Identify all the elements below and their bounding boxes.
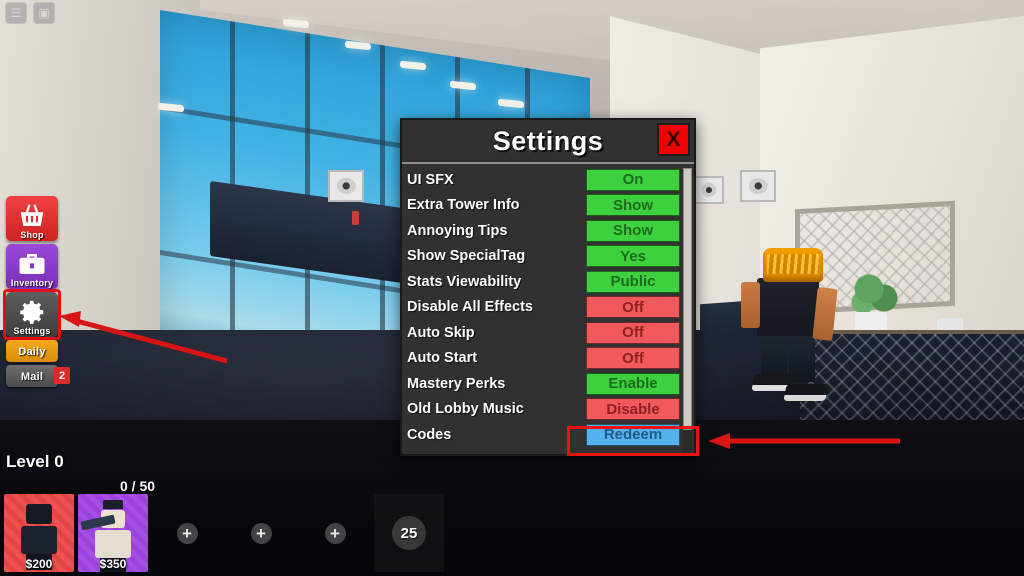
setting-label: Mastery Perks bbox=[407, 375, 506, 392]
left-sidebar: Shop Inventory Settings Daily Mail 2 bbox=[3, 196, 70, 390]
empty-tower-slot[interactable]: + bbox=[226, 494, 296, 572]
setting-row: Disable All Effects Off bbox=[402, 295, 694, 321]
sidebar-item-inventory[interactable]: Inventory bbox=[6, 244, 58, 289]
sidebar-item-shop[interactable]: Shop bbox=[6, 196, 58, 241]
setting-label: Old Lobby Music bbox=[407, 401, 524, 418]
setting-value-button[interactable]: Off bbox=[586, 296, 680, 319]
tower-price: $350 bbox=[99, 557, 127, 571]
tower-price: $200 bbox=[25, 557, 53, 571]
setting-label: Disable All Effects bbox=[407, 299, 533, 316]
roblox-chat-icon[interactable]: ▣ bbox=[33, 2, 55, 24]
level-label: Level 0 bbox=[6, 452, 64, 471]
bottom-hud: Level 0 0 / 50 $200 $350 + + + 25 bbox=[0, 440, 1024, 576]
setting-label: Annoying Tips bbox=[407, 222, 508, 239]
tower-card[interactable]: $200 bbox=[4, 494, 74, 572]
setting-row: Auto Start Off bbox=[402, 346, 694, 372]
plus-icon: + bbox=[176, 522, 198, 544]
setting-row: Auto Skip Off bbox=[402, 320, 694, 346]
empty-tower-slot[interactable]: + bbox=[300, 494, 370, 572]
wall-clock-icon bbox=[328, 170, 364, 202]
setting-value-button[interactable]: Off bbox=[586, 347, 680, 370]
setting-value-button[interactable]: Enable bbox=[586, 372, 680, 395]
settings-scrollbar-thumb[interactable] bbox=[683, 168, 692, 430]
setting-label: Auto Skip bbox=[407, 324, 475, 341]
sidebar-item-label: Shop bbox=[20, 230, 44, 240]
currency-slot[interactable]: 25 bbox=[374, 494, 444, 572]
empty-tower-slot[interactable]: + bbox=[152, 494, 222, 572]
shopping-basket-icon bbox=[20, 203, 44, 226]
small-prop bbox=[352, 211, 359, 225]
setting-row: UI SFX On bbox=[402, 167, 694, 193]
roblox-menu-icon[interactable]: ☰ bbox=[5, 2, 27, 24]
settings-scrollbar[interactable] bbox=[683, 168, 692, 452]
sidebar-item-mail[interactable]: Mail 2 bbox=[6, 365, 70, 387]
wall-clock-icon bbox=[694, 176, 724, 204]
setting-value-button[interactable]: Show bbox=[586, 219, 680, 242]
setting-label: Stats Viewability bbox=[407, 273, 522, 290]
setting-value-button[interactable]: Off bbox=[586, 321, 680, 344]
setting-label: Auto Start bbox=[407, 350, 478, 367]
setting-label: Extra Tower Info bbox=[407, 197, 520, 214]
tower-card[interactable]: $350 bbox=[78, 494, 148, 572]
mail-badge: 2 bbox=[54, 367, 70, 384]
coin-amount: 25 bbox=[392, 516, 426, 550]
sidebar-item-label: Inventory bbox=[10, 278, 54, 288]
tower-hotbar: $200 $350 + + + 25 bbox=[4, 494, 444, 572]
setting-row: Mastery Perks Enable bbox=[402, 371, 694, 397]
setting-value-button[interactable]: On bbox=[586, 168, 680, 191]
sidebar-item-label: Settings bbox=[13, 326, 51, 336]
briefcase-icon bbox=[19, 253, 45, 274]
player-character bbox=[735, 248, 845, 408]
setting-value-button[interactable]: Yes bbox=[586, 245, 680, 268]
page-title: Settings bbox=[492, 125, 604, 156]
setting-row: Annoying Tips Show bbox=[402, 218, 694, 244]
wall-clock-icon bbox=[740, 170, 776, 202]
plus-icon: + bbox=[324, 522, 346, 544]
setting-row: Stats Viewability Public bbox=[402, 269, 694, 295]
sidebar-item-settings[interactable]: Settings bbox=[3, 289, 61, 340]
settings-dialog: Settings X UI SFX On Extra Tower Info Show A… bbox=[400, 118, 696, 456]
sidebar-item-label: Mail bbox=[20, 371, 44, 383]
setting-row: Old Lobby Music Disable bbox=[402, 397, 694, 423]
settings-dialog-header: Settings X bbox=[402, 120, 694, 164]
plus-icon: + bbox=[250, 522, 272, 544]
setting-value-button[interactable]: Public bbox=[586, 270, 680, 293]
setting-value-button[interactable]: Disable bbox=[586, 398, 680, 421]
roblox-topbar: ☰ ▣ bbox=[5, 2, 55, 24]
setting-value-button[interactable]: Show bbox=[586, 194, 680, 217]
sidebar-item-daily[interactable]: Daily bbox=[6, 340, 58, 362]
setting-row: Extra Tower Info Show bbox=[402, 193, 694, 219]
settings-list[interactable]: UI SFX On Extra Tower Info Show Annoying Tip… bbox=[402, 164, 694, 456]
sidebar-item-label: Daily bbox=[18, 346, 46, 358]
gear-icon bbox=[20, 300, 44, 324]
setting-label: UI SFX bbox=[407, 171, 454, 188]
xp-progress-label: 0 / 50 bbox=[120, 478, 156, 494]
setting-row: Show SpecialTag Yes bbox=[402, 244, 694, 270]
close-icon[interactable]: X bbox=[657, 123, 690, 156]
setting-label: Show SpecialTag bbox=[407, 248, 526, 265]
